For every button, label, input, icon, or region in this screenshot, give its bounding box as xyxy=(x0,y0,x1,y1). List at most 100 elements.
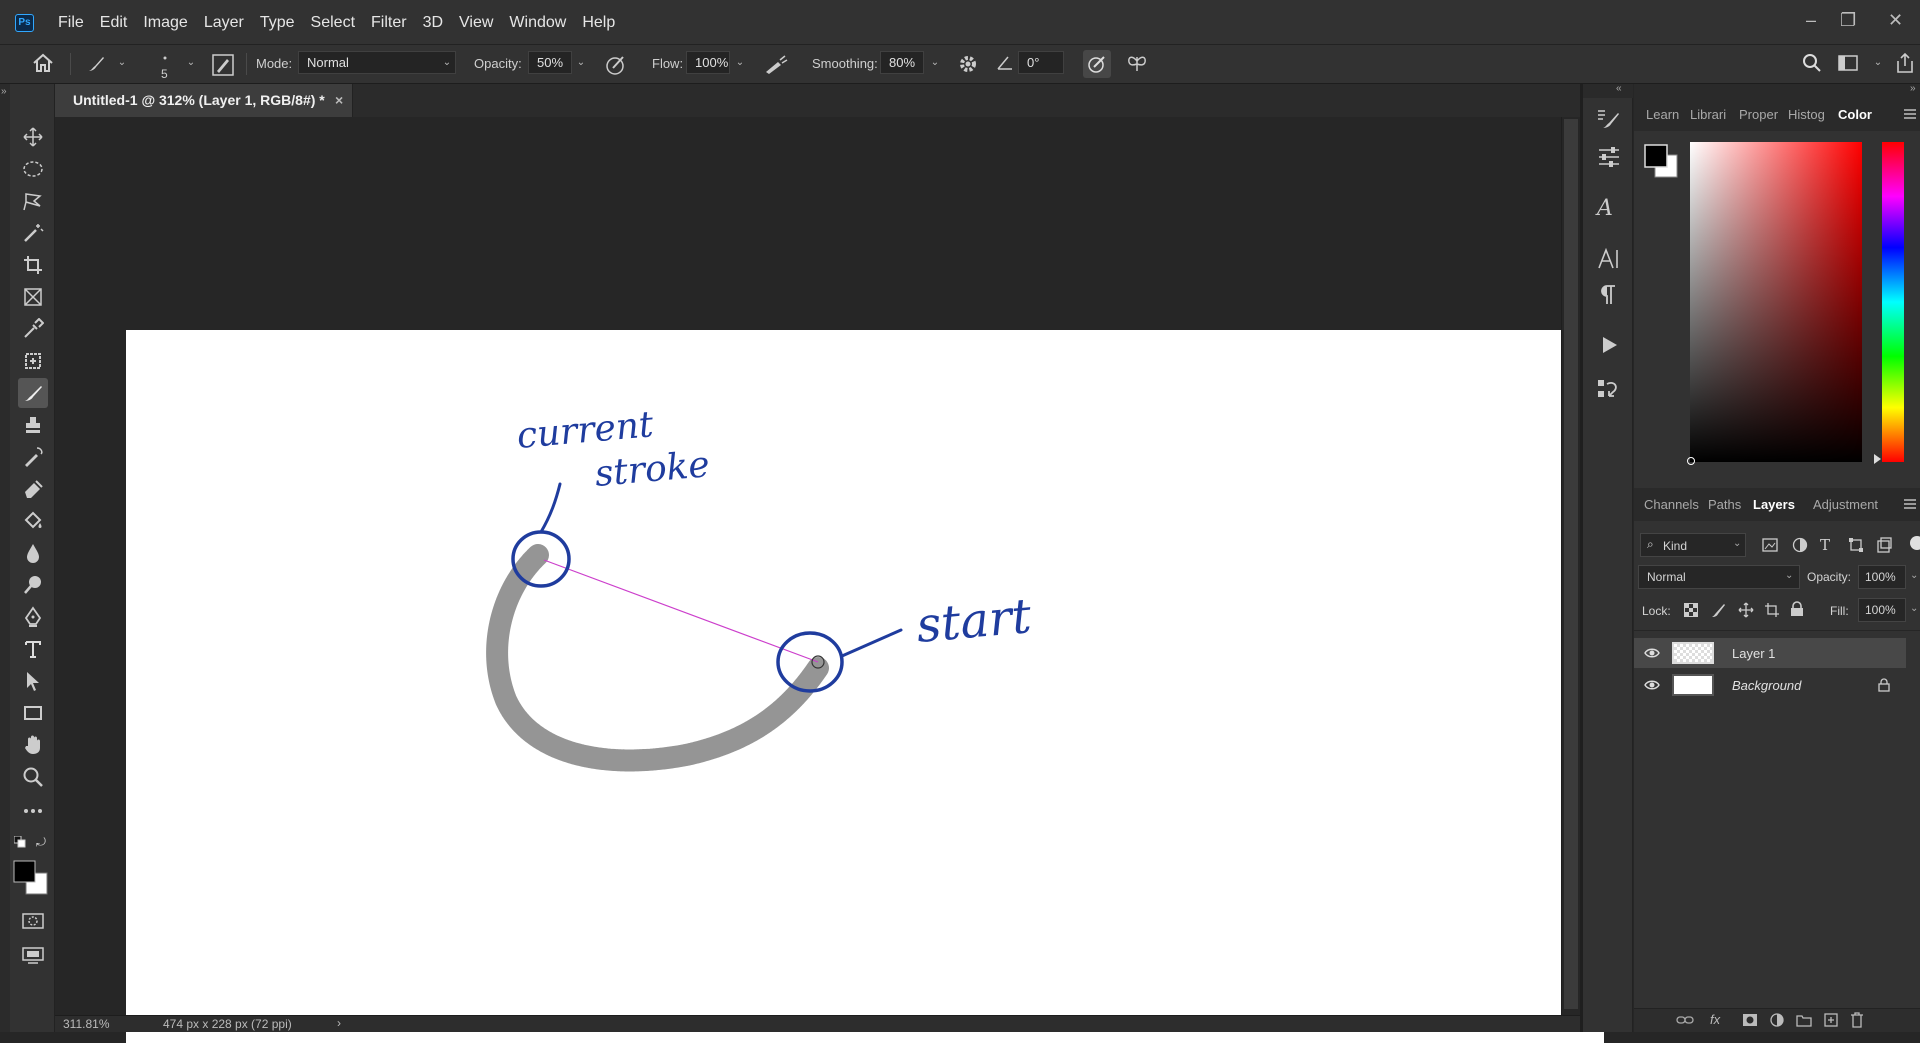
share-icon[interactable] xyxy=(1895,52,1915,74)
panel-menu-icon[interactable] xyxy=(1904,499,1916,509)
glyphs-icon[interactable]: A xyxy=(1597,196,1613,221)
fill-input[interactable]: 100% xyxy=(1858,598,1906,622)
lock-position-icon[interactable] xyxy=(1738,602,1754,618)
type-tool[interactable] xyxy=(18,634,48,664)
brush-tool[interactable] xyxy=(18,378,48,408)
layer-opacity-input[interactable]: 100% xyxy=(1858,565,1906,589)
chevron-down-icon[interactable]: ⌄ xyxy=(733,51,747,74)
chevron-down-icon[interactable]: ⌄ xyxy=(1910,603,1918,614)
filter-adjustment-icon[interactable] xyxy=(1792,537,1808,553)
lock-all-icon[interactable] xyxy=(1790,601,1804,617)
chevron-down-icon[interactable]: ⌄ xyxy=(1871,51,1885,74)
visibility-eye-icon[interactable] xyxy=(1644,678,1660,692)
workspace-icon[interactable] xyxy=(1838,54,1858,72)
layer-filter-select[interactable]: ⌕ Kind ⌄ xyxy=(1640,533,1746,557)
menu-layer[interactable]: Layer xyxy=(196,14,252,32)
scrollbar-thumb[interactable] xyxy=(1564,119,1578,1009)
history-brush-tool[interactable] xyxy=(18,442,48,472)
airbrush-icon[interactable] xyxy=(764,54,788,76)
blend-mode-select[interactable]: Normal ⌄ xyxy=(1638,565,1800,589)
more-tools-icon[interactable] xyxy=(18,796,48,826)
new-group-folder-icon[interactable] xyxy=(1796,1013,1812,1027)
hue-slider[interactable] xyxy=(1882,142,1904,462)
chevron-down-icon[interactable]: ⌄ xyxy=(928,51,942,74)
magic-wand-tool[interactable] xyxy=(18,218,48,248)
chevron-down-icon[interactable]: ⌄ xyxy=(1910,570,1918,581)
character-icon[interactable] xyxy=(1597,248,1621,270)
history-icon[interactable] xyxy=(1597,378,1621,400)
mode-select[interactable]: Normal xyxy=(298,51,456,74)
gear-icon[interactable] xyxy=(958,54,978,74)
close-document-button[interactable]: × xyxy=(335,84,343,117)
elliptical-marquee-tool[interactable] xyxy=(18,154,48,184)
vertical-scrollbar[interactable] xyxy=(1561,117,1580,1015)
quick-mask-icon[interactable] xyxy=(18,906,48,936)
lock-transparent-pixels-icon[interactable] xyxy=(1684,603,1698,617)
menu-filter[interactable]: Filter xyxy=(363,14,415,32)
layer-row-background[interactable]: Background xyxy=(1634,670,1906,700)
hand-tool[interactable] xyxy=(18,730,48,760)
tab-libraries[interactable]: Librari xyxy=(1690,98,1726,131)
layer-style-fx-icon[interactable]: fx xyxy=(1710,1012,1720,1027)
chevron-down-icon[interactable]: ⌄ xyxy=(184,51,198,74)
adjustments-sliders-icon[interactable] xyxy=(1597,146,1621,168)
zoom-tool[interactable] xyxy=(18,762,48,792)
visibility-eye-icon[interactable] xyxy=(1644,646,1660,660)
default-colors-icon[interactable] xyxy=(14,836,26,848)
tab-adjustments[interactable]: Adjustment xyxy=(1813,488,1878,521)
foreground-background-color-swatch[interactable] xyxy=(13,860,49,896)
hue-slider-handle[interactable] xyxy=(1874,454,1881,464)
filter-toggle[interactable] xyxy=(1910,536,1920,550)
new-layer-icon[interactable] xyxy=(1824,1013,1838,1027)
chevron-down-icon[interactable]: ⌄ xyxy=(115,51,129,74)
brush-tool-preset-icon[interactable] xyxy=(86,54,106,74)
filter-pixel-icon[interactable] xyxy=(1762,538,1778,552)
dodge-tool[interactable] xyxy=(18,570,48,600)
collapse-icon[interactable]: « xyxy=(1616,83,1622,94)
menu-edit[interactable]: Edit xyxy=(92,14,136,32)
status-arrow[interactable]: › xyxy=(337,1016,341,1030)
menu-help[interactable]: Help xyxy=(574,14,623,32)
lasso-tool[interactable] xyxy=(18,186,48,216)
chevron-down-icon[interactable]: ⌄ xyxy=(574,51,588,74)
menu-3d[interactable]: 3D xyxy=(415,14,451,32)
tab-histogram[interactable]: Histog xyxy=(1788,98,1825,131)
paint-bucket-tool[interactable] xyxy=(18,506,48,536)
pen-tool[interactable] xyxy=(18,602,48,632)
menu-image[interactable]: Image xyxy=(135,14,195,32)
screen-mode-icon[interactable] xyxy=(18,940,48,970)
menu-window[interactable]: Window xyxy=(501,14,574,32)
new-adjustment-layer-icon[interactable] xyxy=(1770,1013,1784,1027)
symmetry-butterfly-icon[interactable] xyxy=(1126,53,1148,75)
filter-smart-object-icon[interactable] xyxy=(1876,537,1892,553)
menu-type[interactable]: Type xyxy=(252,14,303,32)
tab-channels[interactable]: Channels xyxy=(1644,488,1699,521)
rectangle-tool[interactable] xyxy=(18,698,48,728)
move-tool[interactable] xyxy=(18,122,48,152)
angle-input[interactable]: 0° xyxy=(1018,51,1064,74)
healing-brush-tool[interactable] xyxy=(18,346,48,376)
swap-colors-icon[interactable]: ⤾ xyxy=(36,835,46,850)
menu-file[interactable]: File xyxy=(50,14,92,32)
brush-settings-icon[interactable] xyxy=(1597,108,1621,130)
tab-learn[interactable]: Learn xyxy=(1646,98,1679,131)
eyedropper-tool[interactable] xyxy=(18,314,48,344)
document-canvas[interactable]: current stroke start xyxy=(126,330,1604,1043)
delete-layer-trash-icon[interactable] xyxy=(1850,1012,1864,1028)
collapse-panels-icon[interactable]: » xyxy=(1910,83,1916,94)
lock-image-pixels-icon[interactable] xyxy=(1710,602,1726,618)
close-window-button[interactable]: ✕ xyxy=(1888,10,1903,31)
menu-view[interactable]: View xyxy=(451,14,501,32)
paragraph-icon[interactable] xyxy=(1599,284,1617,306)
filter-shape-icon[interactable] xyxy=(1848,537,1864,553)
pressure-opacity-icon[interactable] xyxy=(605,54,627,76)
layer-name[interactable]: Layer 1 xyxy=(1732,646,1775,661)
crop-tool[interactable] xyxy=(18,250,48,280)
zoom-level[interactable]: 311.81% xyxy=(63,1017,109,1031)
clone-stamp-tool[interactable] xyxy=(18,410,48,440)
tab-layers[interactable]: Layers xyxy=(1753,488,1795,521)
pressure-size-icon[interactable] xyxy=(1083,50,1111,78)
expand-icon[interactable]: » xyxy=(1,86,7,97)
menu-select[interactable]: Select xyxy=(303,14,363,32)
restore-button[interactable]: ❐ xyxy=(1840,10,1856,31)
